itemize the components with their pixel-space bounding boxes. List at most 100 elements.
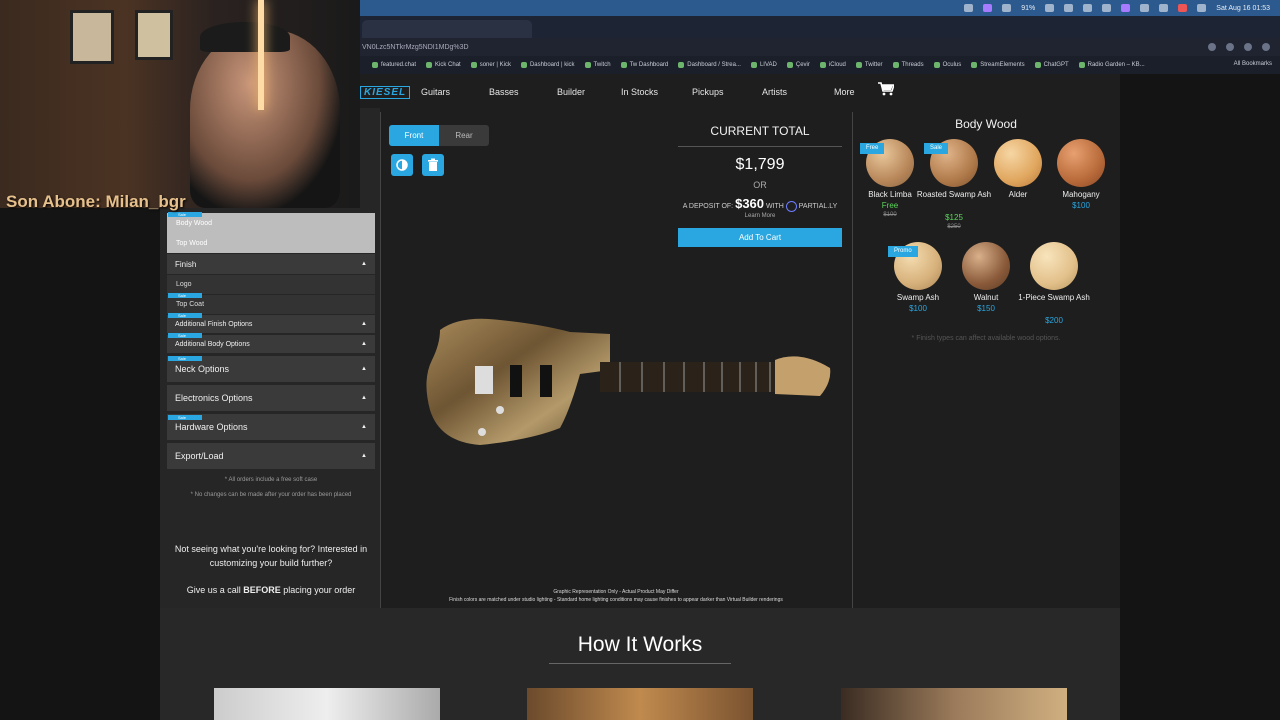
menubar-icon[interactable] <box>1045 4 1055 12</box>
or-text: OR <box>753 180 767 190</box>
webcam-overlay <box>0 0 360 208</box>
view-front-button[interactable]: Front <box>389 125 439 146</box>
menubar-icon[interactable] <box>1140 4 1150 12</box>
view-rear-button[interactable]: Rear <box>439 125 489 146</box>
section-export-load[interactable]: Export/Load ▲ <box>167 443 375 469</box>
all-bookmarks[interactable]: All Bookmarks <box>1234 61 1272 67</box>
cart-icon[interactable] <box>878 82 894 96</box>
bookmark-favicon <box>678 62 685 68</box>
chevron-up-icon: ▲ <box>361 424 367 430</box>
url-text[interactable]: VN0Lzc5NTkrMzg5NDI1MDg%3D <box>362 44 1208 51</box>
divider <box>549 663 731 664</box>
wood-name: 1-Piece Swamp Ash <box>1018 293 1090 302</box>
menubar-icon[interactable] <box>1102 4 1112 12</box>
bookmark-item[interactable]: LIVAD <box>750 62 777 68</box>
bookmark-label: StreamElements <box>980 62 1025 68</box>
menubar-icon[interactable] <box>1178 4 1188 12</box>
wood-swatch[interactable] <box>994 139 1042 187</box>
nav-basses[interactable]: Basses <box>489 87 519 97</box>
wood-price: Free <box>881 201 899 210</box>
bookmark-item[interactable]: Tw Dashboard <box>620 62 669 68</box>
extension-icon[interactable] <box>1244 43 1252 51</box>
help-text: Not seeing what you're looking for? Inte… <box>174 544 368 568</box>
add-to-cart-button[interactable]: Add To Cart <box>678 228 842 247</box>
nav-guitars[interactable]: Guitars <box>421 87 450 97</box>
nav-in-stocks[interactable]: In Stocks <box>621 87 658 97</box>
divider <box>852 112 853 608</box>
help-call-post: placing your order <box>280 585 356 595</box>
deposit-label: A DEPOSIT OF: <box>682 203 734 210</box>
contrast-icon <box>396 159 408 171</box>
bookmark-item[interactable]: ChatGPT <box>1034 62 1069 68</box>
bookmark-item[interactable]: Çevir <box>786 62 810 68</box>
menubar-icon[interactable] <box>983 4 993 12</box>
search-icon[interactable] <box>1197 4 1207 12</box>
browser-tab[interactable] <box>362 20 532 38</box>
partially-icon <box>785 200 797 212</box>
menubar-icon[interactable] <box>964 4 974 12</box>
option-logo[interactable]: Logo <box>167 275 375 294</box>
menubar-datetime[interactable]: Sat Aug 16 01:53 <box>1216 5 1270 12</box>
bookmark-item[interactable]: Kick Chat <box>426 62 461 68</box>
bookmark-item[interactable]: Oculus <box>933 62 961 68</box>
bookmark-item[interactable]: Threads <box>892 62 924 68</box>
profile-icon[interactable] <box>1262 43 1270 51</box>
wall-frame <box>135 10 173 60</box>
bookmark-item[interactable]: Dashboard / Strea... <box>678 62 741 68</box>
trash-icon <box>428 158 438 171</box>
bookmark-favicon <box>855 62 862 68</box>
sale-badge: Sale <box>168 313 202 318</box>
section-finish[interactable]: Finish ▲ <box>167 254 375 274</box>
learn-more-link[interactable]: Learn More <box>678 213 842 219</box>
bookmark-favicon <box>620 62 627 68</box>
bookmark-item[interactable]: Dashboard | kick <box>520 62 575 68</box>
bookmark-label: Tw Dashboard <box>629 62 669 68</box>
wood-swatch[interactable] <box>1030 242 1078 290</box>
delete-button[interactable] <box>422 154 444 176</box>
chevron-up-icon: ▲ <box>361 261 367 267</box>
menubar-icon[interactable] <box>1083 4 1093 12</box>
kiesel-logo[interactable]: KIESEL <box>360 86 411 99</box>
total-price: $1,799 <box>735 156 785 173</box>
note-no-changes: * No changes can be made after your orde… <box>190 492 352 498</box>
bookmark-favicon <box>933 62 940 68</box>
bookmark-item[interactable]: Twitch <box>584 62 611 68</box>
bookmark-favicon <box>1078 62 1085 68</box>
sale-badge: Sale <box>168 212 202 217</box>
bookmark-item[interactable]: StreamElements <box>971 62 1025 68</box>
section-label: Export/Load <box>175 451 224 461</box>
extension-icon[interactable] <box>1226 43 1234 51</box>
bookmark-item[interactable]: iCloud <box>819 62 846 68</box>
section-electronics[interactable]: Electronics Options ▲ <box>167 385 375 411</box>
guitar-bridge <box>475 366 493 394</box>
menubar-icon[interactable] <box>1064 4 1074 12</box>
bookmark-label: iCloud <box>828 62 846 68</box>
wood-tag: Free <box>860 143 885 154</box>
bookmark-label: Kick Chat <box>435 62 461 68</box>
nav-pickups[interactable]: Pickups <box>692 87 724 97</box>
wifi-icon[interactable] <box>1159 4 1169 12</box>
nav-builder[interactable]: Builder <box>557 87 585 97</box>
nav-more[interactable]: More <box>834 87 855 97</box>
nav-artists[interactable]: Artists <box>762 87 787 97</box>
deposit-with: WITH <box>765 203 784 210</box>
wood-swatch[interactable] <box>962 242 1010 290</box>
streamer-figure <box>190 30 340 208</box>
help-call-bold: BEFORE <box>243 585 281 595</box>
menubar-icon[interactable] <box>1002 4 1012 12</box>
bookmark-item[interactable]: Twitter <box>855 62 883 68</box>
bookmark-item[interactable]: soner | Kick <box>470 62 511 68</box>
bookmark-item[interactable]: Radio Garden – KB... <box>1078 62 1145 68</box>
section-label: Neck Options <box>175 364 230 374</box>
bookmark-label: Twitch <box>593 62 611 68</box>
wood-swatch[interactable] <box>1057 139 1105 187</box>
option-top-wood[interactable]: Top Wood <box>167 233 375 253</box>
star-icon[interactable] <box>1208 43 1216 51</box>
bookmark-item[interactable]: featured.chat <box>372 62 416 68</box>
contrast-button[interactable] <box>391 154 413 176</box>
menubar-icon[interactable] <box>1121 4 1131 12</box>
divider <box>380 112 381 608</box>
guitar-neck <box>600 362 780 392</box>
sale-badge: Sale <box>168 415 202 420</box>
deposit-amount: $360 <box>735 196 765 211</box>
